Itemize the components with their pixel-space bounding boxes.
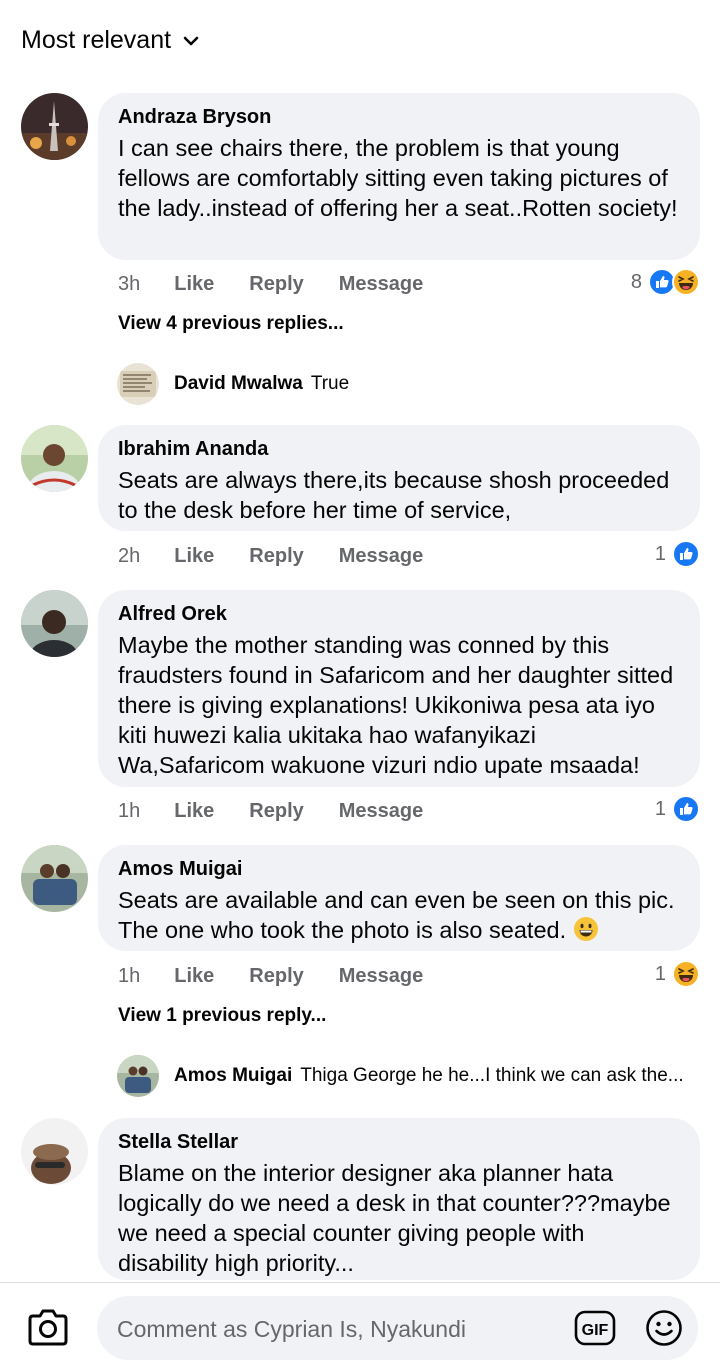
view-previous-replies[interactable]: View 4 previous replies...: [118, 313, 344, 335]
reply-avatar[interactable]: [117, 363, 159, 405]
reply-avatar[interactable]: [117, 1055, 159, 1097]
comment-author[interactable]: Stella Stellar: [118, 1130, 680, 1154]
comment-bubble: Andraza Bryson I can see chairs there, t…: [98, 93, 700, 260]
comment-actions: 3h Like Reply Message: [118, 273, 458, 296]
like-reaction-icon: [672, 795, 700, 823]
reply-author[interactable]: David Mwalwa: [174, 373, 303, 395]
comment-text: Seats are always there,its because shosh…: [118, 467, 670, 523]
comment-time: 3h: [118, 273, 141, 295]
reply-button[interactable]: Reply: [249, 273, 303, 296]
comment-text-wrapper: Seats are available and can even be seen…: [118, 885, 680, 945]
camera-icon[interactable]: [26, 1307, 70, 1347]
comment-author[interactable]: Amos Muigai: [118, 857, 680, 881]
emoji-icon[interactable]: [645, 1309, 683, 1347]
comment-time: 1h: [118, 800, 141, 822]
comment-composer-bar: Comment as Cyprian Is, Nyakundi GIF: [0, 1282, 720, 1370]
comment-author[interactable]: Ibrahim Ananda: [118, 437, 680, 461]
avatar[interactable]: [21, 845, 88, 912]
reaction-count: 1: [654, 797, 666, 820]
comment-text: I can see chairs there, the problem is t…: [118, 135, 678, 221]
gif-label: GIF: [582, 1322, 609, 1339]
grinning-emoji-icon: [573, 917, 598, 941]
comment-actions: 2h Like Reply Message: [118, 545, 458, 568]
avatar[interactable]: [21, 425, 88, 492]
reply-author[interactable]: Amos Muigai: [174, 1065, 292, 1087]
reply-button[interactable]: Reply: [249, 965, 303, 988]
reply-button[interactable]: Reply: [249, 545, 303, 568]
comment-author[interactable]: Alfred Orek: [118, 602, 680, 626]
reaction-count: 1: [654, 962, 666, 985]
comment-time: 2h: [118, 545, 141, 567]
reaction-summary[interactable]: 1: [655, 960, 700, 988]
avatar[interactable]: [21, 590, 88, 657]
comment-bubble: Ibrahim Ananda Seats are always there,it…: [98, 425, 700, 531]
reaction-summary[interactable]: 1: [655, 795, 700, 823]
avatar[interactable]: [21, 93, 88, 160]
comment-actions: 1h Like Reply Message: [118, 965, 458, 988]
reaction-count: 8: [630, 270, 642, 293]
sort-label: Most relevant: [21, 26, 172, 54]
comment-text: Blame on the interior designer aka plann…: [118, 1160, 671, 1276]
comment-bubble: Stella Stellar Blame on the interior des…: [98, 1118, 700, 1280]
gif-icon[interactable]: GIF: [574, 1310, 616, 1346]
haha-reaction-icon: [672, 268, 700, 296]
comment-bubble: Amos Muigai Seats are available and can …: [98, 845, 700, 951]
message-button[interactable]: Message: [339, 273, 424, 296]
sort-dropdown[interactable]: Most relevant: [21, 26, 201, 55]
comment-bubble: Alfred Orek Maybe the mother standing wa…: [98, 590, 700, 787]
message-button[interactable]: Message: [339, 545, 424, 568]
view-previous-replies[interactable]: View 1 previous reply...: [118, 1005, 326, 1027]
message-button[interactable]: Message: [339, 965, 424, 988]
like-button[interactable]: Like: [174, 545, 214, 568]
reply-text: Thiga George he he...I think we can ask …: [300, 1065, 684, 1086]
comment-input[interactable]: Comment as Cyprian Is, Nyakundi GIF: [97, 1296, 698, 1360]
message-button[interactable]: Message: [339, 800, 424, 823]
reaction-count: 1: [654, 542, 666, 565]
like-reaction-icon: [672, 540, 700, 568]
comment-author[interactable]: Andraza Bryson: [118, 105, 680, 129]
reply-item: Amos Muigai Thiga George he he...I think…: [174, 1065, 684, 1087]
like-button[interactable]: Like: [174, 273, 214, 296]
comment-actions: 1h Like Reply Message: [118, 800, 458, 823]
reaction-summary[interactable]: 8: [631, 268, 700, 296]
chevron-down-icon: [183, 36, 199, 45]
reaction-summary[interactable]: 1: [655, 540, 700, 568]
haha-reaction-icon: [672, 960, 700, 988]
avatar[interactable]: [21, 1118, 88, 1185]
like-button[interactable]: Like: [174, 965, 214, 988]
comment-text: Maybe the mother standing was conned by …: [118, 632, 674, 778]
reply-button[interactable]: Reply: [249, 800, 303, 823]
reply-item: David Mwalwa True: [174, 373, 349, 395]
like-button[interactable]: Like: [174, 800, 214, 823]
reply-text: True: [310, 373, 350, 394]
comment-time: 1h: [118, 965, 141, 987]
comment-input-placeholder: Comment as Cyprian Is, Nyakundi: [117, 1316, 466, 1342]
